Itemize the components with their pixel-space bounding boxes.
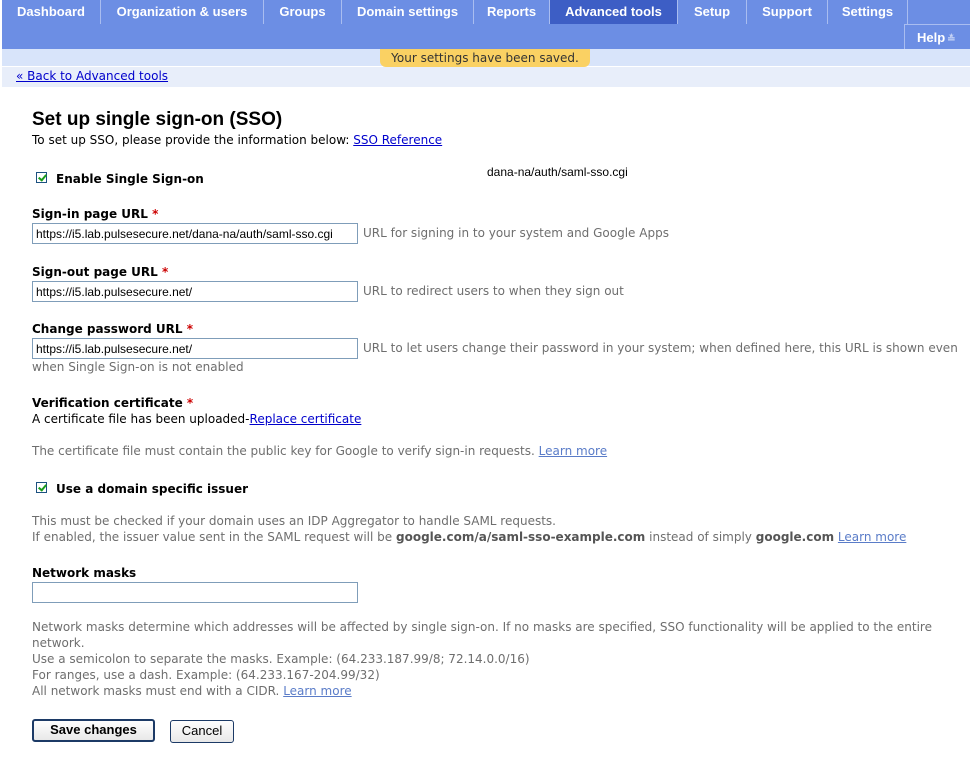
tab-support[interactable]: Support [747, 0, 828, 24]
stray-path-text: dana-na/auth/saml-sso.cgi [487, 165, 628, 179]
network-masks-hint-line2: network. [32, 636, 85, 650]
network-masks-hint-line4: For ranges, use a dash. Example: (64.233… [32, 668, 380, 682]
tab-reports[interactable]: Reports [474, 0, 550, 24]
issuer-hint-line1: This must be checked if your domain uses… [32, 514, 556, 528]
tab-dashboard[interactable]: Dashboard [2, 0, 101, 24]
save-changes-button[interactable]: Save changes [32, 719, 155, 742]
change-password-url-label-text: Change password URL [32, 322, 183, 336]
certificate-hint-text: The certificate file must contain the pu… [32, 444, 535, 458]
tab-setup[interactable]: Setup [678, 0, 747, 24]
domain-issuer-checkbox[interactable] [36, 482, 47, 493]
signout-url-label-text: Sign-out page URL [32, 265, 158, 279]
network-masks-input[interactable] [32, 582, 358, 603]
issuer-hint-text-a: If enabled, the issuer value sent in the… [32, 530, 393, 544]
network-masks-hint-line1: Network masks determine which addresses … [32, 620, 932, 634]
issuer-default-value: google.com [755, 530, 835, 544]
change-password-hint-line1: URL to let users change their password i… [363, 341, 958, 355]
back-to-advanced-tools-link[interactable]: « Back to Advanced tools [16, 69, 168, 83]
intro-label: To set up SSO, please provide the inform… [32, 133, 350, 147]
signin-url-input[interactable] [32, 223, 358, 244]
required-marker: * [186, 396, 194, 410]
intro-text: To set up SSO, please provide the inform… [32, 133, 442, 147]
help-label: Help [917, 30, 946, 45]
certificate-label: Verification certificate * [32, 396, 193, 410]
replace-certificate-link[interactable]: Replace certificate [250, 412, 362, 426]
tab-settings[interactable]: Settings [828, 0, 908, 24]
issuer-hint-text-b: instead of simply [649, 530, 752, 544]
network-masks-hint-line3: Use a semicolon to separate the masks. E… [32, 652, 530, 666]
signin-url-hint: URL for signing in to your system and Go… [363, 226, 669, 240]
cancel-button[interactable]: Cancel [170, 720, 234, 743]
issuer-hint-line2: If enabled, the issuer value sent in the… [32, 530, 906, 544]
issuer-example-value: google.com/a/saml-sso-example.com [396, 530, 646, 544]
tab-organization-users[interactable]: Organization & users [101, 0, 264, 24]
signin-url-label: Sign-in page URL * [32, 207, 158, 221]
certificate-status: A certificate file has been uploaded-Rep… [32, 412, 361, 426]
top-nav-bar: Dashboard Organization & users Groups Do… [2, 0, 970, 49]
saved-notice: Your settings have been saved. [380, 49, 590, 67]
tab-groups[interactable]: Groups [264, 0, 342, 24]
enable-sso-checkbox[interactable] [36, 172, 47, 183]
certificate-label-text: Verification certificate [32, 396, 183, 410]
change-password-hint-line2: when Single Sign-on is not enabled [32, 360, 244, 374]
signout-url-input[interactable] [32, 281, 358, 302]
domain-issuer-label: Use a domain specific issuer [56, 482, 249, 496]
certificate-hint: The certificate file must contain the pu… [32, 444, 607, 458]
signout-url-label: Sign-out page URL * [32, 265, 168, 279]
network-masks-learn-more-link[interactable]: Learn more [283, 684, 351, 698]
sso-reference-link[interactable]: SSO Reference [353, 133, 442, 147]
network-masks-label: Network masks [32, 566, 137, 580]
help-menu[interactable]: Help ≛ [904, 24, 970, 49]
certificate-status-text: A certificate file has been uploaded- [32, 412, 250, 426]
double-chevron-down-icon: ≛ [947, 34, 956, 45]
nav-tabs: Dashboard Organization & users Groups Do… [2, 0, 908, 24]
issuer-learn-more-link[interactable]: Learn more [838, 530, 906, 544]
required-marker: * [161, 265, 169, 279]
change-password-url-input[interactable] [32, 338, 358, 359]
tab-advanced-tools[interactable]: Advanced tools [550, 0, 678, 24]
enable-sso-label: Enable Single Sign-on [56, 172, 204, 186]
signin-url-label-text: Sign-in page URL [32, 207, 148, 221]
signout-url-hint: URL to redirect users to when they sign … [363, 284, 624, 298]
required-marker: * [186, 322, 193, 336]
tab-domain-settings[interactable]: Domain settings [342, 0, 474, 24]
page-title: Set up single sign-on (SSO) [32, 109, 283, 130]
network-masks-hint-text: All network masks must end with a CIDR. [32, 684, 280, 698]
required-marker: * [152, 207, 159, 221]
certificate-learn-more-link[interactable]: Learn more [539, 444, 607, 458]
network-masks-hint-line5: All network masks must end with a CIDR. … [32, 684, 352, 698]
change-password-url-label: Change password URL * [32, 322, 193, 336]
